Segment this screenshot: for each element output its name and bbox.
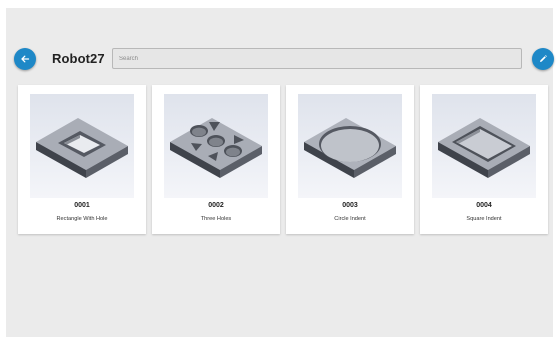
edit-button[interactable]: [532, 48, 554, 70]
arrow-left-icon: [21, 55, 30, 63]
part-name: Circle Indent: [334, 216, 366, 222]
three-holes-part-icon: [170, 118, 262, 178]
part-code: 0002: [208, 202, 224, 209]
square-indent-part-icon: [438, 118, 530, 178]
back-button[interactable]: [14, 48, 36, 70]
search-input[interactable]: [112, 48, 522, 69]
part-card[interactable]: 0004 Square Indent: [420, 85, 548, 234]
app-window: Robot27 0001 Rectangle: [6, 8, 554, 337]
part-card[interactable]: 0002 Three Holes: [152, 85, 280, 234]
part-thumbnail: [164, 94, 268, 198]
parts-grid: 0001 Rectangle With Hole 0002 Three Hole…: [18, 85, 548, 234]
page-title: Robot27: [52, 51, 105, 66]
circle-indent-part-icon: [304, 118, 396, 178]
part-name: Rectangle With Hole: [56, 216, 108, 222]
part-code: 0001: [74, 202, 90, 209]
part-thumbnail: [298, 94, 402, 198]
part-code: 0004: [476, 202, 492, 209]
pencil-icon: [540, 55, 547, 62]
rectangle-with-hole-part-icon: [36, 118, 128, 178]
part-name: Square Indent: [466, 216, 502, 222]
part-card[interactable]: 0001 Rectangle With Hole: [18, 85, 146, 234]
part-thumbnail: [432, 94, 536, 198]
part-code: 0003: [342, 202, 358, 209]
part-name: Three Holes: [200, 216, 232, 222]
header-bar: Robot27: [6, 46, 554, 74]
part-thumbnail: [30, 94, 134, 198]
part-card[interactable]: 0003 Circle Indent: [286, 85, 414, 234]
